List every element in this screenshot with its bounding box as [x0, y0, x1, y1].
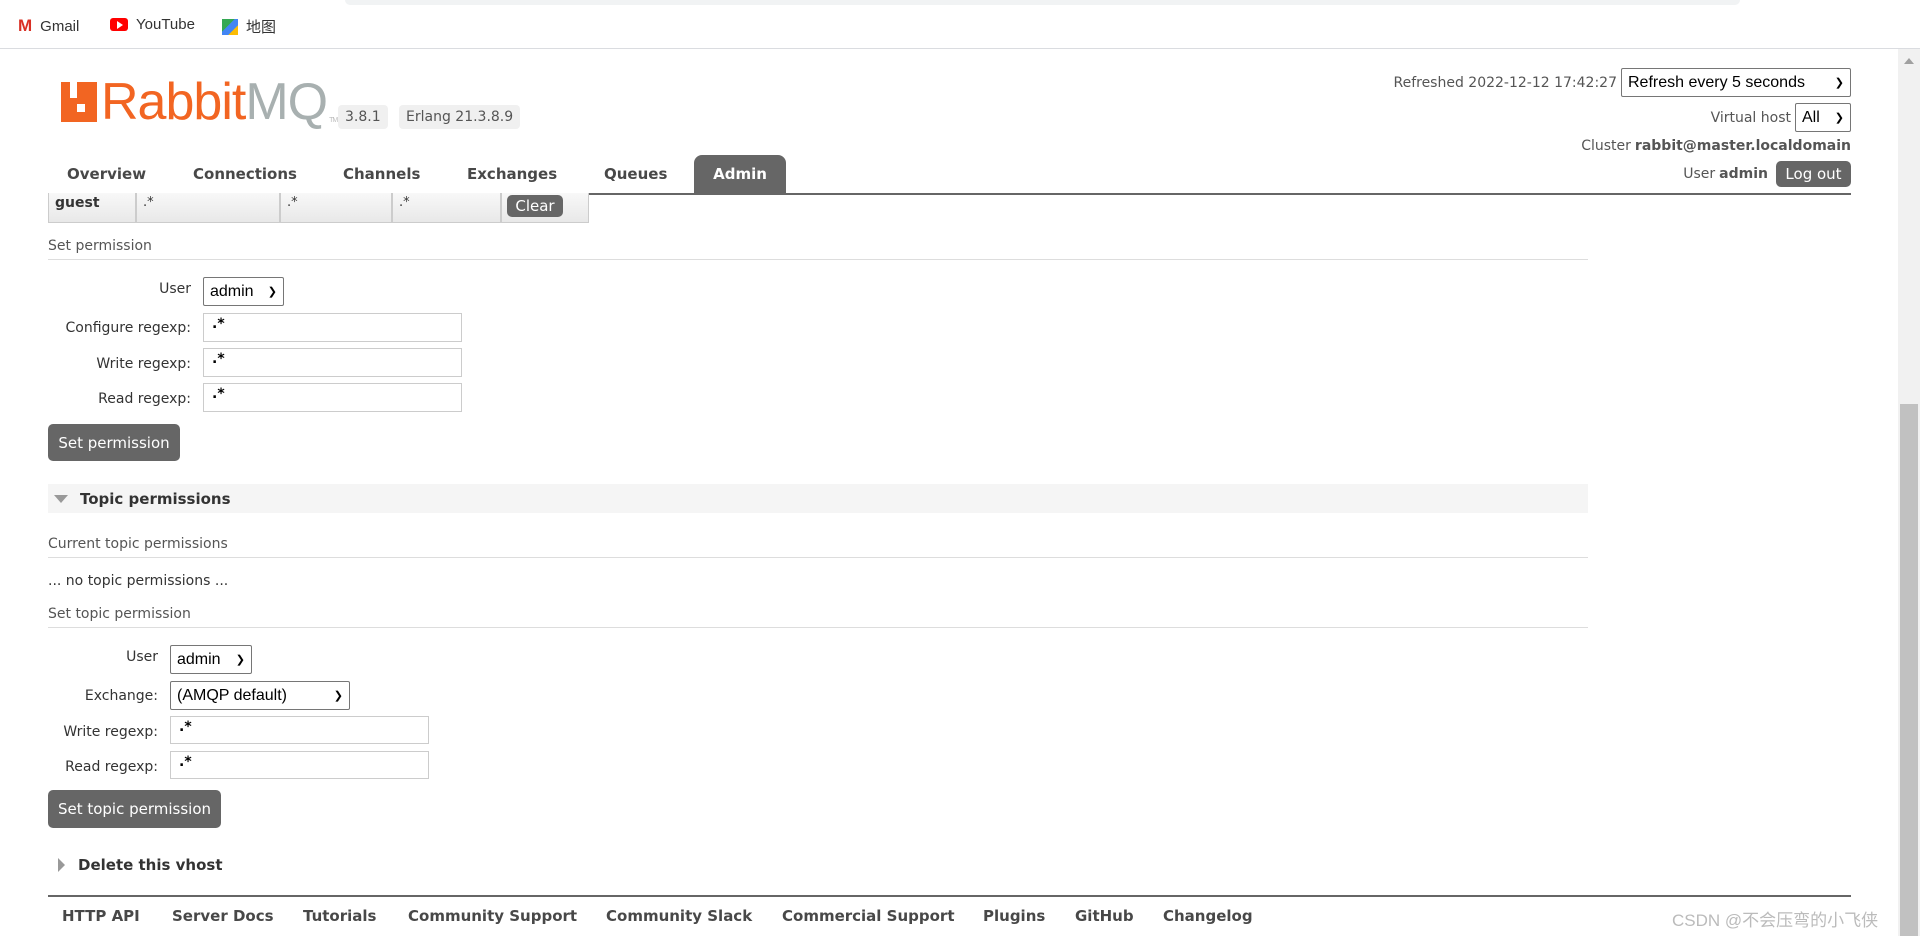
tab-overview[interactable]: Overview	[53, 155, 160, 193]
vhost-select[interactable]: All ❯	[1795, 103, 1851, 132]
topic-read-regexp-input[interactable]: .*	[170, 751, 429, 779]
triangle-right-icon	[58, 858, 65, 872]
footer-link-tutorials[interactable]: Tutorials	[303, 907, 376, 925]
exchange-label: Exchange:	[84, 688, 158, 704]
divider	[48, 259, 1588, 260]
triangle-down-icon	[54, 494, 68, 503]
topic-write-label: Write regexp:	[63, 724, 158, 740]
user-label: User	[159, 281, 191, 297]
refresh-row: Refreshed 2022-12-12 17:42:27 Refresh ev…	[1393, 68, 1851, 97]
tab-queues[interactable]: Queues	[590, 155, 681, 193]
write-label: Write regexp:	[96, 356, 191, 372]
delete-vhost-header[interactable]: Delete this vhost	[58, 856, 223, 874]
tab-connections[interactable]: Connections	[179, 155, 311, 193]
bookmark-maps[interactable]: 地图	[222, 16, 276, 37]
csdn-watermark: CSDN @不会压弯的小飞侠	[1672, 911, 1879, 930]
refreshed-timestamp: Refreshed 2022-12-12 17:42:27	[1393, 74, 1617, 91]
topic-read-label: Read regexp:	[65, 759, 158, 775]
chevron-down-icon: ❯	[235, 654, 245, 666]
permission-write: .*	[280, 193, 392, 223]
chevron-down-icon: ❯	[267, 286, 277, 298]
chevron-down-icon: ❯	[1834, 77, 1844, 89]
logout-button[interactable]: Log out	[1776, 161, 1851, 187]
set-permission-button[interactable]: Set permission	[48, 424, 180, 461]
permission-read: .*	[392, 193, 501, 223]
topic-user-label: User	[126, 649, 158, 665]
footer-link-commercial-support[interactable]: Commercial Support	[782, 907, 955, 925]
footer-link-http-api[interactable]: HTTP API	[62, 907, 140, 925]
refresh-select[interactable]: Refresh every 5 seconds ❯	[1621, 68, 1851, 97]
tab-exchanges[interactable]: Exchanges	[453, 155, 571, 193]
set-topic-permission-button[interactable]: Set topic permission	[48, 790, 221, 828]
youtube-icon	[110, 18, 128, 31]
topic-write-regexp-input[interactable]: .*	[170, 716, 429, 744]
current-user: admin	[1719, 166, 1768, 182]
divider	[48, 627, 1588, 628]
permission-actions: Clear	[501, 193, 589, 223]
scrollbar-thumb[interactable]	[1900, 404, 1918, 936]
configure-regexp-input[interactable]: .*	[203, 313, 462, 342]
exchange-select[interactable]: (AMQP default) ❯	[170, 681, 350, 710]
current-topic-title: Current topic permissions	[48, 536, 228, 552]
footer-link-community-support[interactable]: Community Support	[408, 907, 577, 925]
erlang-badge: Erlang 21.3.8.9	[399, 105, 521, 129]
gmail-icon: M	[18, 16, 33, 35]
permission-user: guest	[48, 193, 136, 223]
footer-link-server-docs[interactable]: Server Docs	[172, 907, 274, 925]
write-regexp-input[interactable]: .*	[203, 348, 462, 377]
footer-link-changelog[interactable]: Changelog	[1163, 907, 1253, 925]
scroll-up-arrow-icon[interactable]	[1904, 58, 1914, 64]
user-select[interactable]: admin ❯	[203, 277, 284, 306]
rabbitmq-logo[interactable]: Rabbit MQ TM	[61, 76, 338, 128]
chevron-down-icon: ❯	[1834, 112, 1844, 124]
maps-icon	[222, 18, 238, 35]
user-row: User admin Log out	[1683, 161, 1851, 187]
version-badge: 3.8.1	[338, 105, 388, 129]
rabbit-logo-icon	[61, 82, 97, 122]
cluster-row: Cluster rabbit@master.localdomain	[1581, 138, 1851, 154]
set-topic-title: Set topic permission	[48, 606, 191, 622]
no-topic-permissions: ... no topic permissions ...	[48, 573, 229, 589]
footer-divider	[48, 895, 1851, 897]
bookmark-youtube[interactable]: YouTube	[110, 16, 195, 33]
footer-link-github[interactable]: GitHub	[1075, 907, 1134, 925]
set-permission-title: Set permission	[48, 238, 152, 254]
read-label: Read regexp:	[98, 391, 191, 407]
clear-permission-button[interactable]: Clear	[507, 195, 563, 217]
bookmark-gmail[interactable]: M Gmail	[18, 16, 79, 36]
permission-configure: .*	[136, 193, 280, 223]
chevron-down-icon: ❯	[333, 690, 343, 702]
footer-link-community-slack[interactable]: Community Slack	[606, 907, 752, 925]
topic-user-select[interactable]: admin ❯	[170, 645, 252, 674]
bookmarks-bar: M Gmail YouTube 地图	[0, 0, 1920, 49]
read-regexp-input[interactable]: .*	[203, 383, 462, 412]
topic-permissions-header[interactable]: Topic permissions	[48, 484, 1588, 513]
configure-label: Configure regexp:	[65, 320, 191, 336]
cluster-name: rabbit@master.localdomain	[1634, 138, 1851, 154]
vhost-row: Virtual host All ❯	[1711, 103, 1851, 132]
tab-admin[interactable]: Admin	[694, 155, 786, 193]
footer-link-plugins[interactable]: Plugins	[983, 907, 1045, 925]
tab-channels[interactable]: Channels	[329, 155, 434, 193]
divider	[48, 557, 1588, 558]
